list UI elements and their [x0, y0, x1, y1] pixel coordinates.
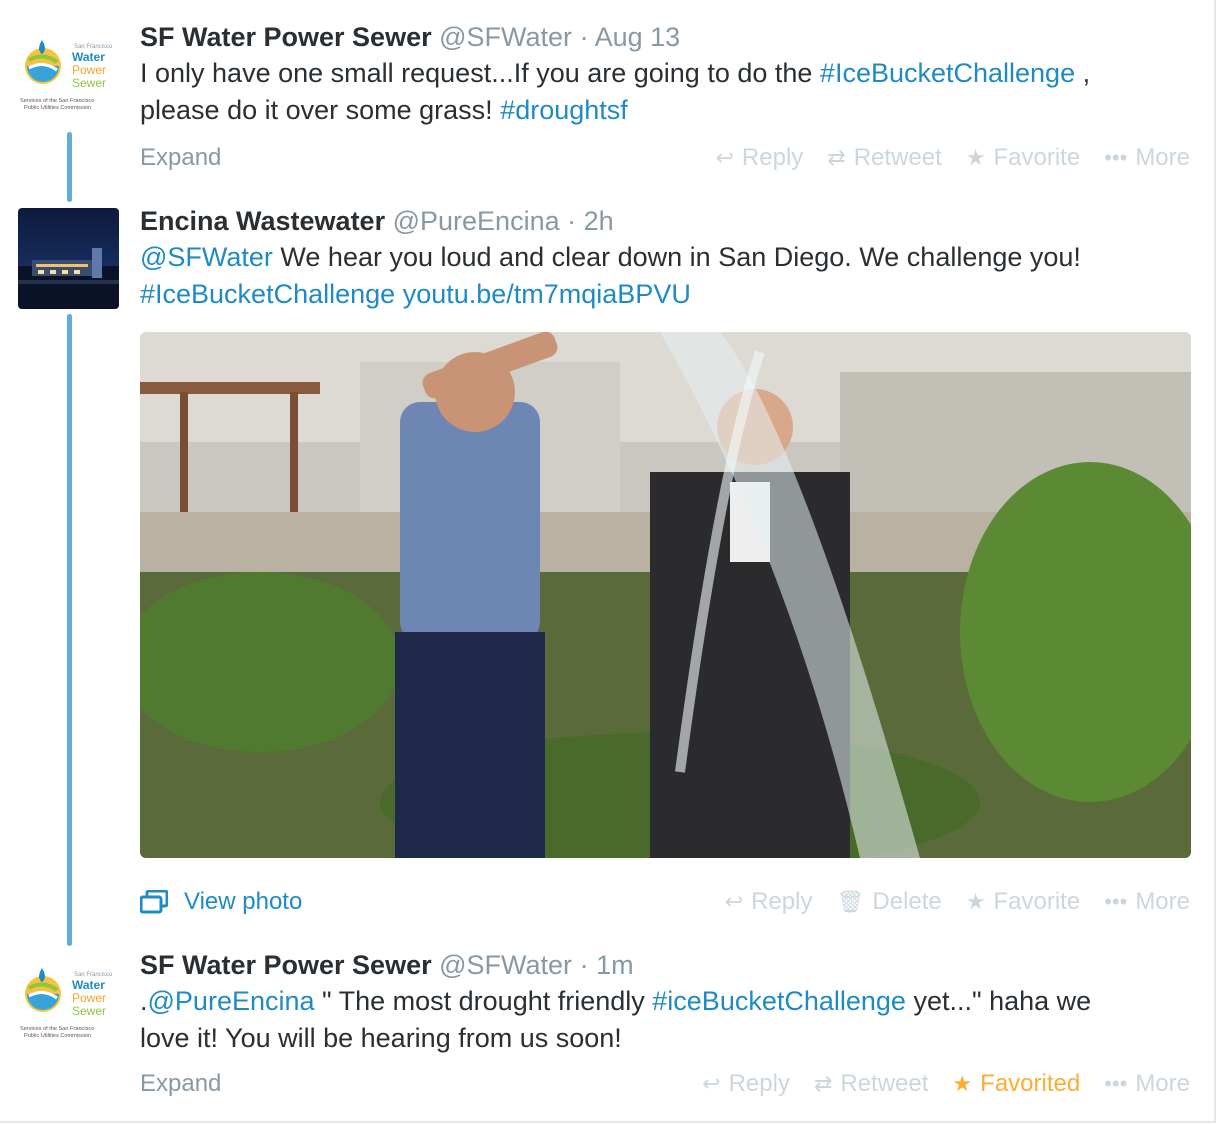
reply-icon: ↩	[715, 145, 734, 170]
reply-icon: ↩	[724, 889, 744, 914]
timeline: San Francisco Water Power Sewer Services…	[0, 0, 1216, 1123]
view-photo-link[interactable]: View photo	[140, 888, 302, 916]
url-link[interactable]: youtu.be/tm7mqiaBPVU	[403, 279, 691, 309]
author-handle[interactable]: @PureEncina	[393, 206, 560, 236]
hashtag-link[interactable]: #IceBucketChallenge	[820, 58, 1075, 88]
svg-text:Sewer: Sewer	[72, 76, 106, 90]
star-icon: ★	[965, 889, 986, 914]
author-name[interactable]: SF Water Power Sewer	[140, 22, 432, 52]
tweet-header: Encina Wastewater @PureEncina · 2h	[140, 206, 614, 236]
favorite-button[interactable]: ★ Favorite	[966, 888, 1080, 916]
trash-icon: 🗑	[836, 889, 865, 914]
hashtag-link[interactable]: #droughtsf	[500, 95, 628, 125]
svg-text:Public Utilities Commission: Public Utilities Commission	[24, 1033, 91, 1039]
avatar[interactable]: San Francisco Water Power Sewer Services…	[18, 962, 120, 1062]
reply-icon: ↩	[702, 1071, 721, 1096]
star-icon: ★	[952, 1071, 973, 1096]
tweet-header: SF Water Power Sewer @SFWater · Aug 13	[140, 22, 681, 52]
author-handle[interactable]: @SFWater	[439, 22, 572, 52]
mention-link[interactable]: @PureEncina	[148, 986, 315, 1016]
avatar[interactable]	[18, 208, 119, 309]
avatar[interactable]: San Francisco Water Power Sewer Services…	[18, 34, 120, 134]
retweet-button[interactable]: ⇄ Retweet	[814, 1070, 928, 1098]
tweet-actions: ↩ Reply 🗑 Delete ★ Favorite ••• More	[725, 888, 1190, 916]
more-button[interactable]: ••• More	[1104, 888, 1190, 916]
ellipsis-icon: •••	[1104, 145, 1128, 170]
svg-text:Power: Power	[72, 991, 106, 1005]
tweet-timestamp[interactable]: 1m	[596, 950, 634, 980]
retweet-icon: ⇄	[827, 145, 846, 170]
tweet-header: SF Water Power Sewer @SFWater · 1m	[140, 950, 634, 980]
star-icon: ★	[965, 145, 986, 170]
svg-text:Sewer: Sewer	[72, 1004, 106, 1018]
hashtag-link[interactable]: #iceBucketChallenge	[652, 986, 906, 1016]
expand-link[interactable]: Expand	[140, 1070, 221, 1098]
reply-button[interactable]: ↩ Reply	[715, 144, 803, 172]
expand-link[interactable]: Expand	[140, 144, 221, 172]
sfpuc-logo-icon: San Francisco Water Power Sewer Services…	[20, 40, 113, 111]
hashtag-link[interactable]: #IceBucketChallenge	[140, 279, 395, 309]
tweet-text: I only have one small request...If you a…	[140, 58, 1091, 125]
favorite-button[interactable]: ★ Favorite	[966, 144, 1080, 172]
tweet-timestamp[interactable]: 2h	[584, 206, 614, 236]
svg-text:Services of the San Francisco: Services of the San Francisco	[20, 98, 94, 104]
ellipsis-icon: •••	[1104, 1071, 1128, 1096]
tweet-timestamp[interactable]: Aug 13	[595, 22, 681, 52]
ice-bucket-challenge-photo	[140, 332, 1191, 858]
more-button[interactable]: ••• More	[1104, 144, 1190, 172]
svg-text:Water: Water	[72, 50, 105, 64]
svg-text:Public Utilities Commission: Public Utilities Commission	[24, 105, 91, 111]
tweet-media-photo[interactable]	[140, 332, 1191, 858]
more-button[interactable]: ••• More	[1104, 1070, 1190, 1098]
author-name[interactable]: SF Water Power Sewer	[140, 950, 432, 980]
tweet[interactable]: San Francisco Water Power Sewer Services…	[0, 948, 1214, 1118]
reply-button[interactable]: ↩ Reply	[725, 888, 813, 916]
tweet-text: @SFWater We hear you loud and clear down…	[140, 242, 1081, 309]
tweet-text: .@PureEncina " The most drought friendly…	[140, 986, 1092, 1053]
retweet-icon: ⇄	[813, 1071, 833, 1096]
tweet-actions: ↩ Reply ⇄ Retweet ★ Favorite ••• More	[715, 144, 1190, 172]
svg-text:Water: Water	[72, 978, 105, 992]
reply-button[interactable]: ↩ Reply	[702, 1070, 790, 1098]
delete-button[interactable]: 🗑 Delete	[836, 888, 941, 916]
ellipsis-icon: •••	[1104, 889, 1128, 914]
sfpuc-logo-icon: San Francisco Water Power Sewer Services…	[20, 968, 113, 1039]
author-handle[interactable]: @SFWater	[439, 950, 572, 980]
encina-facility-photo	[18, 208, 119, 309]
favorited-button[interactable]: ★ Favorited	[952, 1070, 1080, 1098]
tweet[interactable]: San Francisco Water Power Sewer Services…	[0, 20, 1214, 190]
svg-text:Services of the San Francisco: Services of the San Francisco	[20, 1026, 94, 1032]
author-name[interactable]: Encina Wastewater	[140, 206, 385, 236]
mention-link[interactable]: @SFWater	[140, 242, 273, 272]
tweet-actions: ↩ Reply ⇄ Retweet ★ Favorited ••• More	[702, 1070, 1190, 1098]
retweet-button[interactable]: ⇄ Retweet	[827, 144, 941, 172]
svg-text:Power: Power	[72, 63, 106, 77]
photo-gallery-icon	[140, 890, 168, 914]
